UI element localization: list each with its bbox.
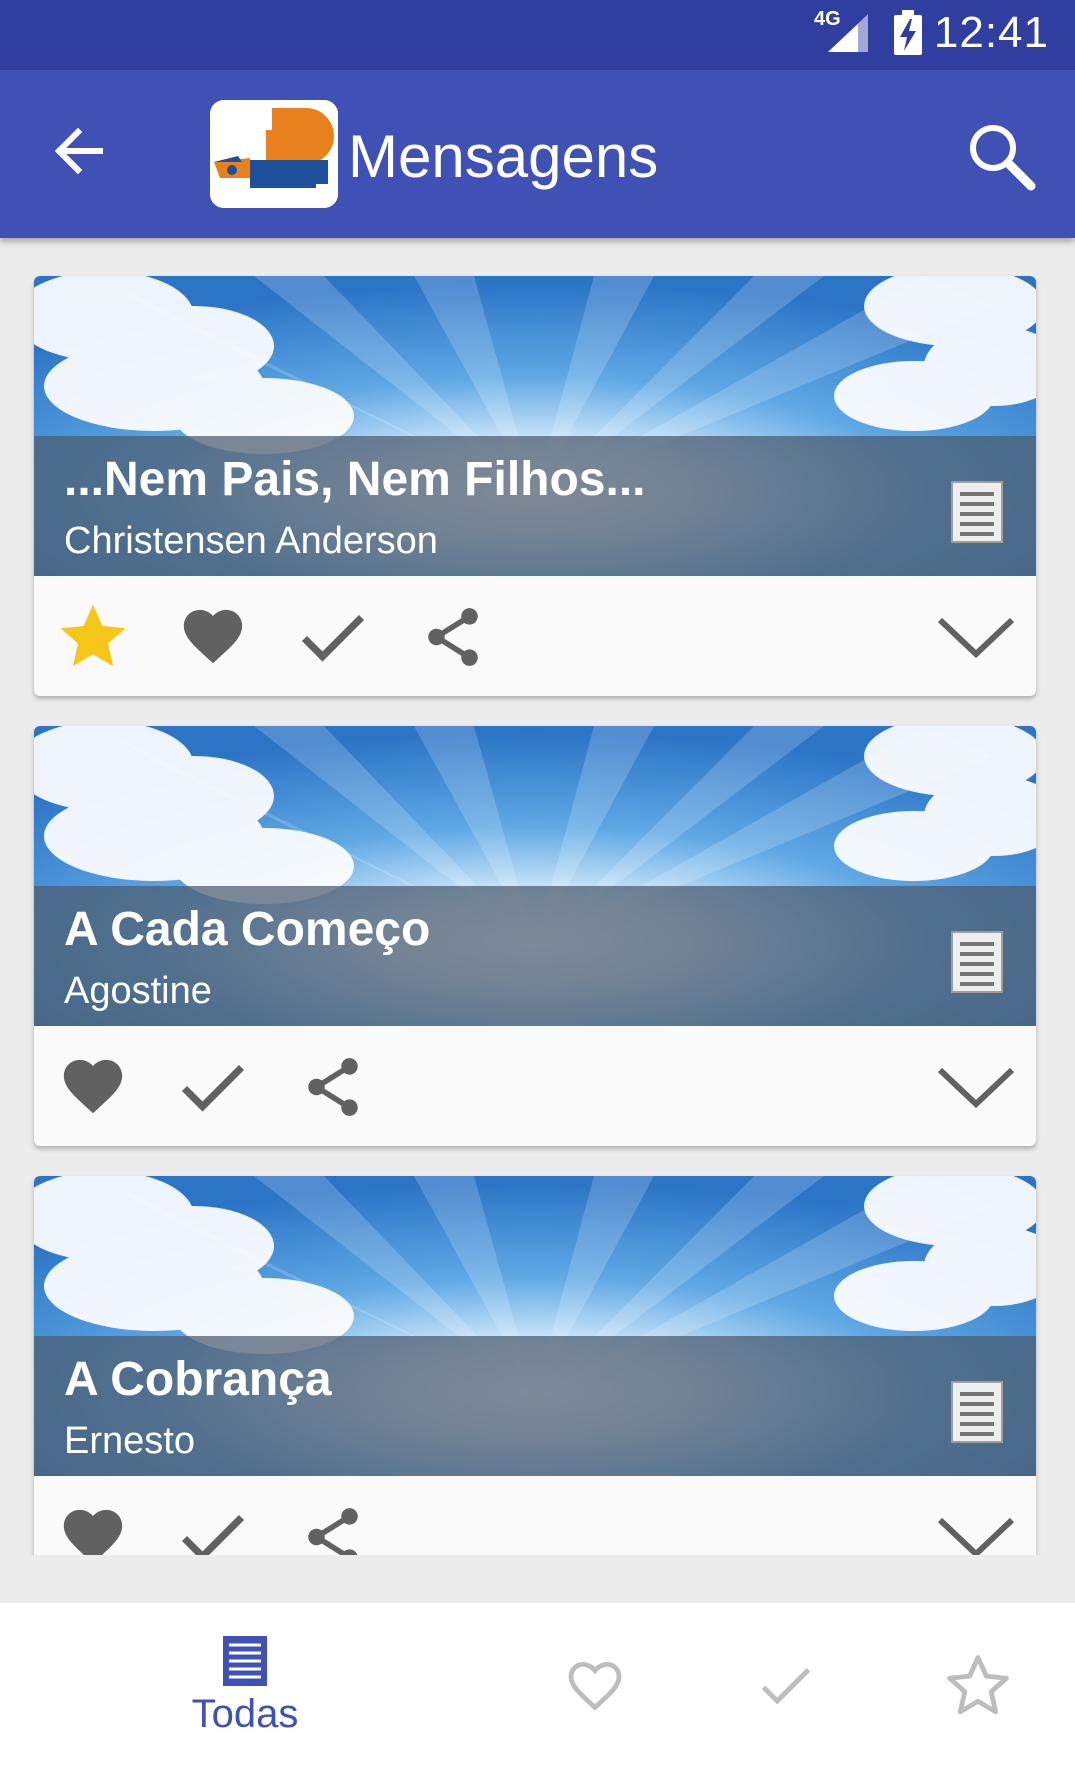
chevron-down-icon[interactable] bbox=[936, 602, 1016, 672]
tab-all[interactable]: Todas bbox=[170, 1603, 320, 1769]
mark-read-button[interactable] bbox=[294, 598, 372, 676]
card-caption: A Cobrança Ernesto bbox=[34, 1336, 1036, 1476]
message-author: Christensen Anderson bbox=[64, 520, 438, 562]
document-icon[interactable] bbox=[950, 1380, 1004, 1444]
like-button[interactable] bbox=[54, 1048, 132, 1126]
star-outline-icon bbox=[947, 1655, 1009, 1715]
message-card[interactable]: ...Nem Pais, Nem Filhos... Christensen A… bbox=[34, 276, 1036, 696]
card-actions bbox=[34, 1026, 1036, 1146]
clock: 12:41 bbox=[933, 8, 1049, 57]
card-actions bbox=[34, 576, 1036, 696]
share-button[interactable] bbox=[294, 1048, 372, 1126]
message-title: A Cada Começo bbox=[64, 903, 431, 956]
share-icon bbox=[428, 608, 478, 666]
heart-icon bbox=[63, 1509, 123, 1555]
chevron-down-icon[interactable] bbox=[936, 1052, 1016, 1122]
mark-read-button[interactable] bbox=[174, 1048, 252, 1126]
signal-icon bbox=[828, 14, 868, 52]
mark-read-button[interactable] bbox=[174, 1498, 252, 1555]
tab-read[interactable] bbox=[736, 1603, 836, 1769]
heart-icon bbox=[183, 609, 243, 664]
tab-all-label: Todas bbox=[191, 1691, 299, 1736]
card-sky-image: ...Nem Pais, Nem Filhos... Christensen A… bbox=[34, 276, 1036, 576]
card-sky-image: A Cada Começo Agostine bbox=[34, 726, 1036, 1026]
check-icon bbox=[301, 614, 365, 662]
page-title: Mensagens bbox=[348, 123, 659, 190]
message-list[interactable]: ...Nem Pais, Nem Filhos... Christensen A… bbox=[0, 238, 1075, 1555]
back-arrow-icon[interactable] bbox=[48, 120, 110, 182]
message-title: A Cobrança bbox=[64, 1353, 332, 1406]
status-bar: 4G 12:41 bbox=[0, 0, 1075, 70]
like-button[interactable] bbox=[174, 598, 252, 676]
search-icon[interactable] bbox=[965, 120, 1037, 192]
chevron-down-icon[interactable] bbox=[936, 1502, 1016, 1555]
message-author: Agostine bbox=[64, 970, 212, 1012]
check-icon bbox=[761, 1667, 811, 1705]
card-caption: A Cada Começo Agostine bbox=[34, 886, 1036, 1026]
battery-charging-icon bbox=[894, 10, 922, 55]
share-icon bbox=[308, 1508, 358, 1555]
card-caption: ...Nem Pais, Nem Filhos... Christensen A… bbox=[34, 436, 1036, 576]
document-icon[interactable] bbox=[950, 480, 1004, 544]
message-card[interactable]: A Cada Começo Agostine bbox=[34, 726, 1036, 1146]
message-card[interactable]: A Cobrança Ernesto bbox=[34, 1176, 1036, 1555]
like-button[interactable] bbox=[54, 1498, 132, 1555]
star-icon bbox=[60, 604, 126, 667]
share-icon bbox=[308, 1058, 358, 1116]
message-author: Ernesto bbox=[64, 1420, 195, 1462]
tab-favorites[interactable] bbox=[545, 1603, 645, 1769]
document-icon[interactable] bbox=[950, 930, 1004, 994]
share-button[interactable] bbox=[294, 1498, 372, 1555]
card-actions bbox=[34, 1476, 1036, 1555]
favorite-star-button[interactable] bbox=[54, 598, 132, 676]
tab-starred[interactable] bbox=[928, 1603, 1028, 1769]
app-bar: Mensagens bbox=[0, 70, 1075, 238]
check-icon bbox=[181, 1064, 245, 1112]
message-title: ...Nem Pais, Nem Filhos... bbox=[64, 453, 646, 506]
heart-outline-icon bbox=[568, 1661, 622, 1711]
bottom-navigation: Todas bbox=[0, 1603, 1075, 1769]
heart-icon bbox=[63, 1059, 123, 1114]
check-icon bbox=[181, 1514, 245, 1555]
list-document-icon bbox=[223, 1635, 267, 1686]
card-sky-image: A Cobrança Ernesto bbox=[34, 1176, 1036, 1476]
share-button[interactable] bbox=[414, 598, 492, 676]
app-logo bbox=[210, 100, 338, 208]
